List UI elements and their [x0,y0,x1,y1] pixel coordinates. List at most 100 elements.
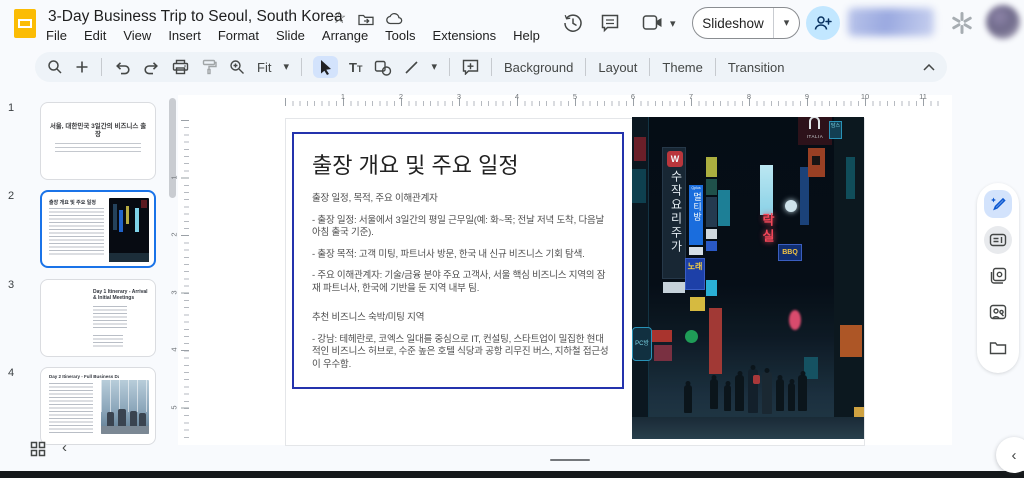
redo-icon[interactable] [143,60,160,75]
slide-image-seoul-night-street[interactable]: W 수작요리주가 Qplus 멀티방 노래 락실 BBQ ITALIA 담스 P… [632,117,864,439]
zoom-select[interactable]: Fit [257,60,271,75]
line-tool-caret: ▾ [431,62,437,72]
h-ruler-num: 11 [919,92,927,101]
transition-button[interactable]: Transition [728,60,785,75]
menu-tools[interactable]: Tools [385,28,415,43]
menu-format[interactable]: Format [218,28,259,43]
photo-tint-overlay [632,117,864,439]
document-title[interactable]: 3-Day Business Trip to Seoul, South Kore… [48,8,343,26]
toolbar-divider [101,58,102,76]
slide-intro: 출장 일정, 목적, 주요 이해관계자 [312,193,612,206]
google-slides-app: 3-Day Business Trip to Seoul, South Kore… [0,0,1024,478]
slide-textbox-selected[interactable]: 출장 개요 및 주요 일정 출장 일정, 목적, 주요 이해관계자 - 출장 일… [292,132,624,389]
slide-body-text[interactable]: 출장 일정, 목적, 주요 이해관계자 - 출장 일정: 서울에서 3일간의 평… [312,193,612,371]
menu-extensions[interactable]: Extensions [433,28,497,43]
slide-number-3: 3 [8,279,26,291]
meet-camera-icon[interactable] [642,14,664,31]
move-folder-icon[interactable] [358,13,374,26]
share-button-blurred[interactable] [848,8,934,36]
slideshow-dropdown[interactable]: ▾ [773,8,799,38]
select-tool-icon[interactable] [313,56,338,78]
shape-tool-icon[interactable] [374,59,392,76]
h-ruler-num: 9 [805,92,809,101]
thumb2-body-lines [49,208,104,256]
thumb1-title: 서울, 대한민국 3일간의 비즈니스 출장 [49,123,147,139]
share-person-add-button[interactable] [806,6,840,40]
panel-collapse-button[interactable]: ‹ [996,437,1024,473]
zoom-add-icon[interactable] [75,60,89,74]
insert-comment-icon[interactable] [462,59,479,75]
side-panel [977,183,1019,373]
slide-number-4: 4 [8,367,26,379]
gemini-create-image-button[interactable] [984,190,1012,218]
star-icon[interactable]: ☆ [332,11,346,27]
layout-button[interactable]: Layout [598,60,637,75]
toolbar-divider [491,58,492,76]
textbox-tool-icon[interactable]: TT [349,60,362,75]
cloud-status-icon[interactable] [386,13,403,25]
toolbar-divider [449,58,450,76]
paint-format-icon[interactable] [201,59,217,75]
speaker-notes-resize-handle[interactable] [550,459,590,461]
account-avatar-blurred[interactable] [986,5,1020,39]
folder-button[interactable] [984,334,1012,362]
toolbar-collapse-icon[interactable] [923,64,935,71]
slide-bullet-3: - 주요 이해관계자: 기술/금융 분야 주요 고객사, 서울 핵심 비즈니스 … [312,270,612,295]
h-ruler-num: 2 [399,92,403,101]
background-button[interactable]: Background [504,60,573,75]
undo-icon[interactable] [114,60,131,75]
thumb2-title: 출장 개요 및 주요 일정 [49,199,96,206]
menu-file[interactable]: File [46,28,67,43]
print-icon[interactable] [172,59,189,75]
menu-arrange[interactable]: Arrange [322,28,368,43]
slideshow-label: Slideshow [693,16,773,31]
v-ruler-num: 3 [170,290,179,294]
slide-section-heading: 추천 비즈니스 숙박/미팅 지역 [312,312,612,325]
slides-logo[interactable] [14,9,36,38]
h-ruler-num: 10 [861,92,869,101]
h-ruler-num: 6 [631,92,635,101]
h-ruler-num: 3 [457,92,461,101]
menu-slide[interactable]: Slide [276,28,305,43]
thumb3-body-lines [93,306,127,330]
filmstrip-collapse-chevron[interactable]: ‹ [62,439,67,456]
card-template-button[interactable] [984,226,1012,254]
horizontal-ruler-major-ticks [285,98,940,106]
slide-number-1: 1 [8,102,26,114]
v-ruler-num: 2 [170,232,179,236]
h-ruler-num: 7 [689,92,693,101]
slide-number-2: 2 [8,190,26,202]
slide-bullet-2: - 출장 목적: 고객 미팅, 파트너사 방문, 한국 내 신규 비즈니스 기회… [312,249,612,262]
slide-bullet-1: - 출장 일정: 서울에서 3일간의 평일 근무일(예: 화~목; 전날 저녁 … [312,215,612,240]
toolbar-divider [301,58,302,76]
menu-insert[interactable]: Insert [168,28,201,43]
slide-title[interactable]: 출장 개요 및 주요 일정 [312,148,604,180]
v-ruler-num: 5 [170,405,179,409]
toolbar-divider [585,58,586,76]
h-ruler-num: 4 [515,92,519,101]
camera-dropdown-caret[interactable]: ▾ [670,19,676,29]
version-history-icon[interactable] [562,12,584,34]
menu-help[interactable]: Help [513,28,540,43]
slide-thumbnail-2-selected[interactable]: 출장 개요 및 주요 일정 [40,190,156,268]
h-ruler-num: 8 [747,92,751,101]
slides-logo-inner [18,19,32,28]
slideshow-button[interactable]: Slideshow ▾ [692,7,800,39]
thumb1-body-lines [55,143,141,154]
filmstrip-scrollbar[interactable] [169,98,176,198]
search-menus-icon[interactable] [47,59,63,75]
slide-thumbnail-3[interactable]: Day 1 Itinerary - Arrival & Initial Meet… [40,279,156,357]
v-ruler-num: 4 [170,347,179,351]
theme-button[interactable]: Theme [662,60,702,75]
menu-view[interactable]: View [123,28,151,43]
comments-icon[interactable] [600,13,620,33]
slide-thumbnail-4[interactable]: Day 2 Itinerary - Full Business Day in S… [40,367,156,445]
grid-view-icon[interactable] [30,441,46,457]
line-tool-icon[interactable] [404,60,419,75]
slide-thumbnail-1[interactable]: 서울, 대한민국 3일간의 비즈니스 출장 [40,102,156,180]
image-search-button[interactable] [984,298,1012,326]
zoom-tool-icon[interactable] [229,59,245,75]
h-ruler-num: 1 [341,92,345,101]
menu-edit[interactable]: Edit [84,28,106,43]
photos-stack-button[interactable] [984,262,1012,290]
